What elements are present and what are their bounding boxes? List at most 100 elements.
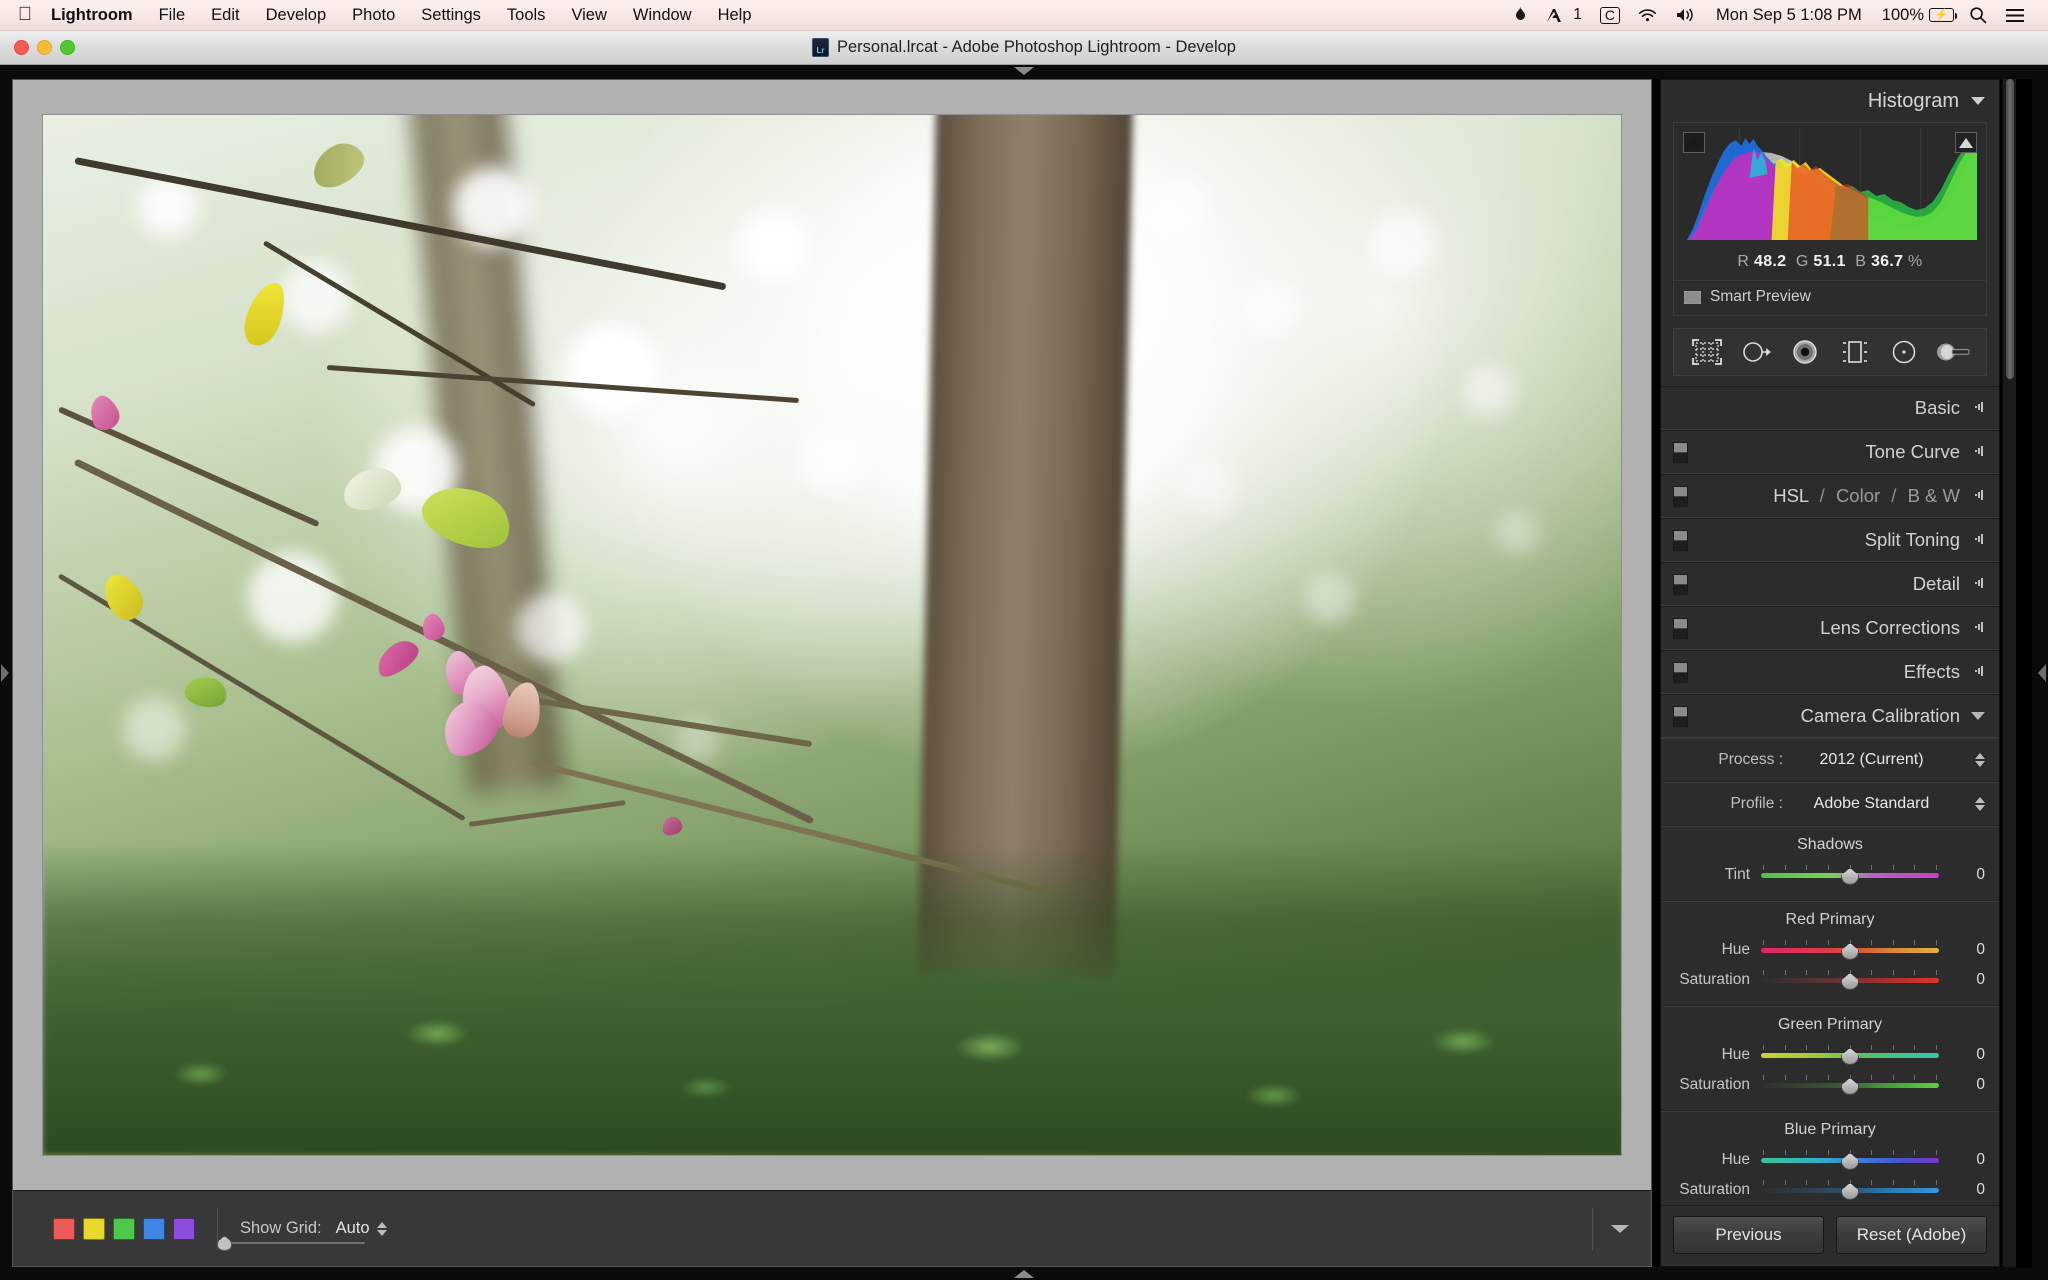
menu-item-develop[interactable]: Develop [253,0,340,31]
menu-item-settings[interactable]: Settings [408,0,494,31]
menu-item-file[interactable]: File [146,0,199,31]
adjustment-brush-tool[interactable] [1933,335,1973,369]
grid-size-slider[interactable] [217,1236,365,1251]
panel-switch-icon[interactable] [1971,577,1985,591]
crop-overlay-tool[interactable] [1687,335,1727,369]
flag-yellow-swatch[interactable] [83,1217,105,1240]
panel-enable-toggle[interactable] [1673,485,1688,507]
minimize-button[interactable] [37,40,52,55]
panel-switch-icon[interactable] [1971,445,1985,459]
flag-purple-swatch[interactable] [173,1217,195,1240]
shadow-clipping-toggle[interactable] [1683,132,1705,153]
histogram-header[interactable]: Histogram [1661,80,1999,122]
slider-knob[interactable] [1841,943,1859,960]
module-picker-collapse-strip[interactable] [0,65,2048,79]
slider-track-area[interactable] [1761,864,1939,886]
slider-red-hue[interactable]: Hue 0 [1661,935,1999,965]
panel-enable-toggle[interactable] [1673,529,1688,551]
process-value[interactable]: 2012 (Current) [1783,751,1968,769]
chevron-down-icon[interactable] [1014,67,1034,75]
menu-item-photo[interactable]: Photo [339,0,408,31]
panel-header-tone-curve[interactable]: Tone Curve [1661,430,1999,474]
slider-track-area[interactable] [1761,1179,1939,1201]
panel-tab-bw[interactable]: B & W [1908,485,1960,506]
reset-button[interactable]: Reset (Adobe) [1836,1216,1987,1254]
slider-knob[interactable] [1841,1153,1859,1170]
volume-icon[interactable] [1666,0,1706,31]
panel-switch-icon[interactable] [1971,489,1985,503]
panel-header-hsl-color-bw[interactable]: HSL / Color / B & W [1661,474,1999,518]
wifi-icon[interactable] [1629,0,1666,31]
slider-red-saturation[interactable]: Saturation 0 [1661,965,1999,995]
slider-green-saturation[interactable]: Saturation 0 [1661,1070,1999,1100]
slider-value[interactable]: 0 [1939,866,1985,884]
screen-capture-icon[interactable]: C [1591,0,1629,31]
show-grid-stepper-icon[interactable] [376,1221,387,1236]
control-center-icon[interactable] [1996,0,2034,31]
search-icon[interactable] [1960,0,1996,31]
panel-enable-toggle[interactable] [1673,617,1688,639]
grid-size-knob[interactable] [217,1236,232,1251]
slider-value[interactable]: 0 [1939,1181,1985,1199]
slider-track-area[interactable] [1761,1149,1939,1171]
panel-switch-icon[interactable] [1971,533,1985,547]
profile-row[interactable]: Profile : Adobe Standard [1661,782,1999,826]
chevron-up-icon[interactable] [1014,1270,1034,1278]
slider-knob[interactable] [1841,973,1859,990]
smart-preview-status[interactable]: Smart Preview [1674,280,1986,315]
histogram-graph[interactable] [1679,128,1981,240]
slider-track-area[interactable] [1761,1044,1939,1066]
flag-red-swatch[interactable] [53,1217,75,1240]
filmstrip-expand-strip[interactable] [0,1267,2048,1280]
photo-canvas[interactable] [13,80,1651,1190]
profile-value[interactable]: Adobe Standard [1783,795,1968,813]
profile-stepper-icon[interactable] [1975,797,1985,811]
slider-value[interactable]: 0 [1939,1046,1985,1064]
slider-knob[interactable] [1841,1048,1859,1065]
process-stepper-icon[interactable] [1975,753,1985,767]
panel-header-effects[interactable]: Effects [1661,650,1999,694]
menu-item-lightroom[interactable]: Lightroom [38,0,146,31]
left-panel-expand-handle[interactable] [0,79,12,1267]
panel-header-camera-calibration[interactable]: Camera Calibration [1661,694,1999,738]
battery-status[interactable]: 100% ⚡ [1872,6,1960,25]
panel-switch-icon[interactable] [1971,665,1985,679]
slider-green-hue[interactable]: Hue 0 [1661,1040,1999,1070]
menu-item-view[interactable]: View [558,0,619,31]
graduated-filter-tool[interactable] [1835,335,1875,369]
right-panel-scrollbar[interactable] [2002,79,2016,1267]
panel-enable-toggle[interactable] [1673,661,1688,683]
menu-item-window[interactable]: Window [620,0,705,31]
flag-green-swatch[interactable] [113,1217,135,1240]
close-button[interactable] [14,40,29,55]
develop-photo-preview[interactable] [43,115,1621,1155]
slider-value[interactable]: 0 [1939,971,1985,989]
panel-enable-toggle[interactable] [1673,441,1688,463]
menu-item-tools[interactable]: Tools [494,0,559,31]
slider-value[interactable]: 0 [1939,941,1985,959]
panel-header-split-toning[interactable]: Split Toning [1661,518,1999,562]
toolbar-chooser-icon[interactable] [1611,1224,1629,1233]
apple-icon[interactable]:  [12,5,38,26]
panel-switch-icon[interactable] [1971,621,1985,635]
zoom-button[interactable] [60,40,75,55]
panel-tab-hsl[interactable]: HSL [1773,485,1808,506]
slider-blue-hue[interactable]: Hue 0 [1661,1145,1999,1175]
slider-track-area[interactable] [1761,939,1939,961]
spot-removal-tool[interactable] [1736,335,1776,369]
panel-enable-toggle[interactable] [1673,705,1688,727]
right-panel-expand-handle[interactable] [2032,79,2048,1267]
slider-knob[interactable] [1841,1183,1859,1200]
flame-icon[interactable] [1504,0,1537,31]
slider-value[interactable]: 0 [1939,1151,1985,1169]
menu-item-help[interactable]: Help [705,0,765,31]
flag-blue-swatch[interactable] [143,1217,165,1240]
slider-track-area[interactable] [1761,969,1939,991]
adobe-creative-cloud-icon[interactable] [1537,0,1572,31]
previous-button[interactable]: Previous [1673,1216,1824,1254]
slider-knob[interactable] [1841,1078,1859,1095]
slider-blue-saturation[interactable]: Saturation 0 [1661,1175,1999,1205]
highlight-clipping-toggle[interactable] [1955,132,1977,153]
process-version-row[interactable]: Process : 2012 (Current) [1661,738,1999,782]
chevron-down-icon[interactable] [1971,712,1985,720]
